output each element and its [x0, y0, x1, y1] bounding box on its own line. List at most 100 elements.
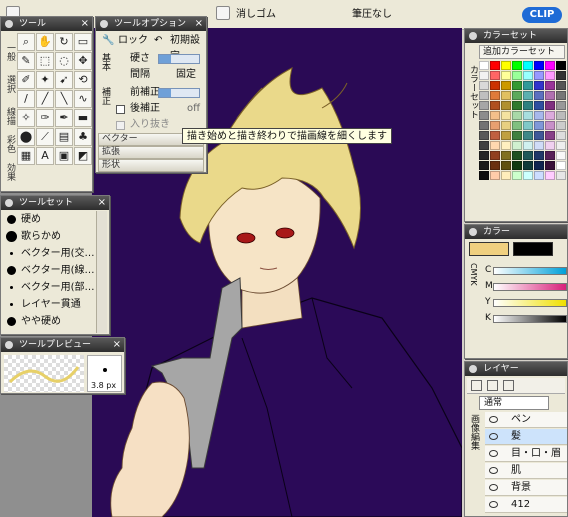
rotate-icon[interactable]: ↻ — [55, 33, 73, 51]
hardness-slider[interactable] — [158, 54, 200, 64]
eye-icon[interactable] — [489, 484, 498, 491]
color-swatch[interactable] — [545, 131, 555, 140]
layer-title[interactable]: レイヤー — [465, 362, 567, 376]
color-swatch[interactable] — [545, 91, 555, 100]
ruler-icon[interactable]: ◩ — [74, 147, 92, 165]
color-swatch[interactable] — [479, 161, 489, 170]
color-swatch[interactable] — [534, 151, 544, 160]
color-swatch[interactable] — [501, 91, 511, 100]
color-swatch[interactable] — [523, 101, 533, 110]
transform-icon[interactable]: ⟲ — [74, 71, 92, 89]
color-swatch[interactable] — [523, 151, 533, 160]
color-swatch[interactable] — [523, 131, 533, 140]
tone-icon[interactable]: ▦ — [17, 147, 35, 165]
color-swatch[interactable] — [501, 61, 511, 70]
color-swatch[interactable] — [545, 101, 555, 110]
color-swatch[interactable] — [545, 71, 555, 80]
color-swatch[interactable] — [512, 111, 522, 120]
shape-section[interactable]: 形状 — [98, 159, 204, 172]
color-swatch[interactable] — [479, 121, 489, 130]
color-swatch[interactable] — [523, 61, 533, 70]
color-swatch[interactable] — [501, 71, 511, 80]
line-icon[interactable]: ╲ — [55, 90, 73, 108]
color-swatch[interactable] — [490, 151, 500, 160]
color-swatch[interactable] — [545, 81, 555, 90]
object-select-icon[interactable]: ➹ — [55, 71, 73, 89]
brush-item[interactable]: ベクター用(交… — [3, 245, 95, 262]
color-swatch[interactable] — [512, 141, 522, 150]
color-swatch[interactable] — [512, 171, 522, 180]
color-swatch[interactable] — [556, 101, 566, 110]
airbrush-icon[interactable]: ✧ — [17, 109, 35, 127]
layer-row-background[interactable]: 背景 — [485, 480, 567, 496]
eye-icon[interactable] — [489, 501, 498, 508]
color-swatch[interactable] — [490, 171, 500, 180]
pencil-icon[interactable]: / — [17, 90, 35, 108]
color-swatch[interactable] — [490, 161, 500, 170]
layer-row-412[interactable]: 412 — [485, 497, 567, 513]
color-swatch[interactable] — [556, 61, 566, 70]
curve-icon[interactable]: ∿ — [74, 90, 92, 108]
color-swatch[interactable] — [479, 111, 489, 120]
tool-set-title[interactable]: ツールセット × — [1, 196, 109, 210]
color-swatch[interactable] — [523, 171, 533, 180]
color-swatch[interactable] — [501, 171, 511, 180]
color-swatch[interactable] — [545, 111, 555, 120]
brush-icon[interactable]: ╱ — [36, 90, 54, 108]
palette-menu-icon[interactable] — [469, 228, 477, 236]
color-swatch[interactable] — [545, 121, 555, 130]
tool-palette-title[interactable]: ツール × — [1, 17, 92, 31]
color-swatch[interactable] — [556, 151, 566, 160]
palette-menu-icon[interactable] — [100, 20, 108, 28]
brush-item[interactable]: やや硬め — [3, 313, 95, 330]
palette-menu-icon[interactable] — [469, 365, 477, 373]
layer-folder-icon[interactable] — [487, 380, 498, 391]
reset-icon[interactable]: ↶ — [154, 33, 162, 49]
color-swatch[interactable] — [490, 111, 500, 120]
palette-menu-icon[interactable] — [469, 32, 477, 40]
eye-icon[interactable] — [489, 416, 498, 423]
color-swatch[interactable] — [501, 151, 511, 160]
eye-icon[interactable] — [489, 433, 498, 440]
color-swatch[interactable] — [479, 151, 489, 160]
close-icon[interactable]: × — [98, 196, 106, 210]
blend-mode-select[interactable]: 通常 — [479, 396, 549, 410]
color-swatch[interactable] — [523, 141, 533, 150]
color-swatch[interactable] — [479, 71, 489, 80]
color-swatch[interactable] — [501, 141, 511, 150]
close-icon[interactable]: × — [81, 17, 89, 31]
color-swatch[interactable] — [490, 101, 500, 110]
layer-row-face-parts[interactable]: 目・口・眉 — [485, 446, 567, 462]
color-swatch[interactable] — [545, 171, 555, 180]
color-swatch[interactable] — [534, 141, 544, 150]
spacing-select[interactable]: 固定 — [176, 67, 196, 83]
color-swatch[interactable] — [523, 111, 533, 120]
layer-row-pen[interactable]: ペン — [485, 412, 567, 428]
eraser-icon[interactable]: ▭ — [74, 33, 92, 51]
color-swatch[interactable] — [490, 141, 500, 150]
post-correction-checkbox[interactable] — [116, 105, 125, 114]
extend-section[interactable]: 拡張 — [98, 146, 204, 159]
close-icon[interactable]: × — [195, 17, 203, 31]
color-swatch[interactable] — [490, 61, 500, 70]
color-title[interactable]: カラー — [465, 225, 567, 239]
color-swatch[interactable] — [512, 121, 522, 130]
color-swatch[interactable] — [534, 131, 544, 140]
color-swatch[interactable] — [556, 91, 566, 100]
color-swatch[interactable] — [545, 141, 555, 150]
color-swatch[interactable] — [534, 101, 544, 110]
color-swatch[interactable] — [501, 161, 511, 170]
blend-icon[interactable]: ✑ — [36, 109, 54, 127]
color-swatch[interactable] — [501, 81, 511, 90]
pressure-setting[interactable]: 筆圧なし — [352, 7, 392, 23]
lock-toggle[interactable]: ロック — [118, 33, 148, 49]
color-swatch[interactable] — [556, 141, 566, 150]
color-swatch[interactable] — [534, 81, 544, 90]
color-swatch[interactable] — [490, 121, 500, 130]
text-icon[interactable]: A — [36, 147, 54, 165]
color-swatch[interactable] — [501, 121, 511, 130]
color-swatch[interactable] — [545, 61, 555, 70]
color-swatch[interactable] — [534, 61, 544, 70]
tool-options-title[interactable]: ツールオプション × — [96, 17, 206, 31]
hand-icon[interactable]: ✋ — [36, 33, 54, 51]
